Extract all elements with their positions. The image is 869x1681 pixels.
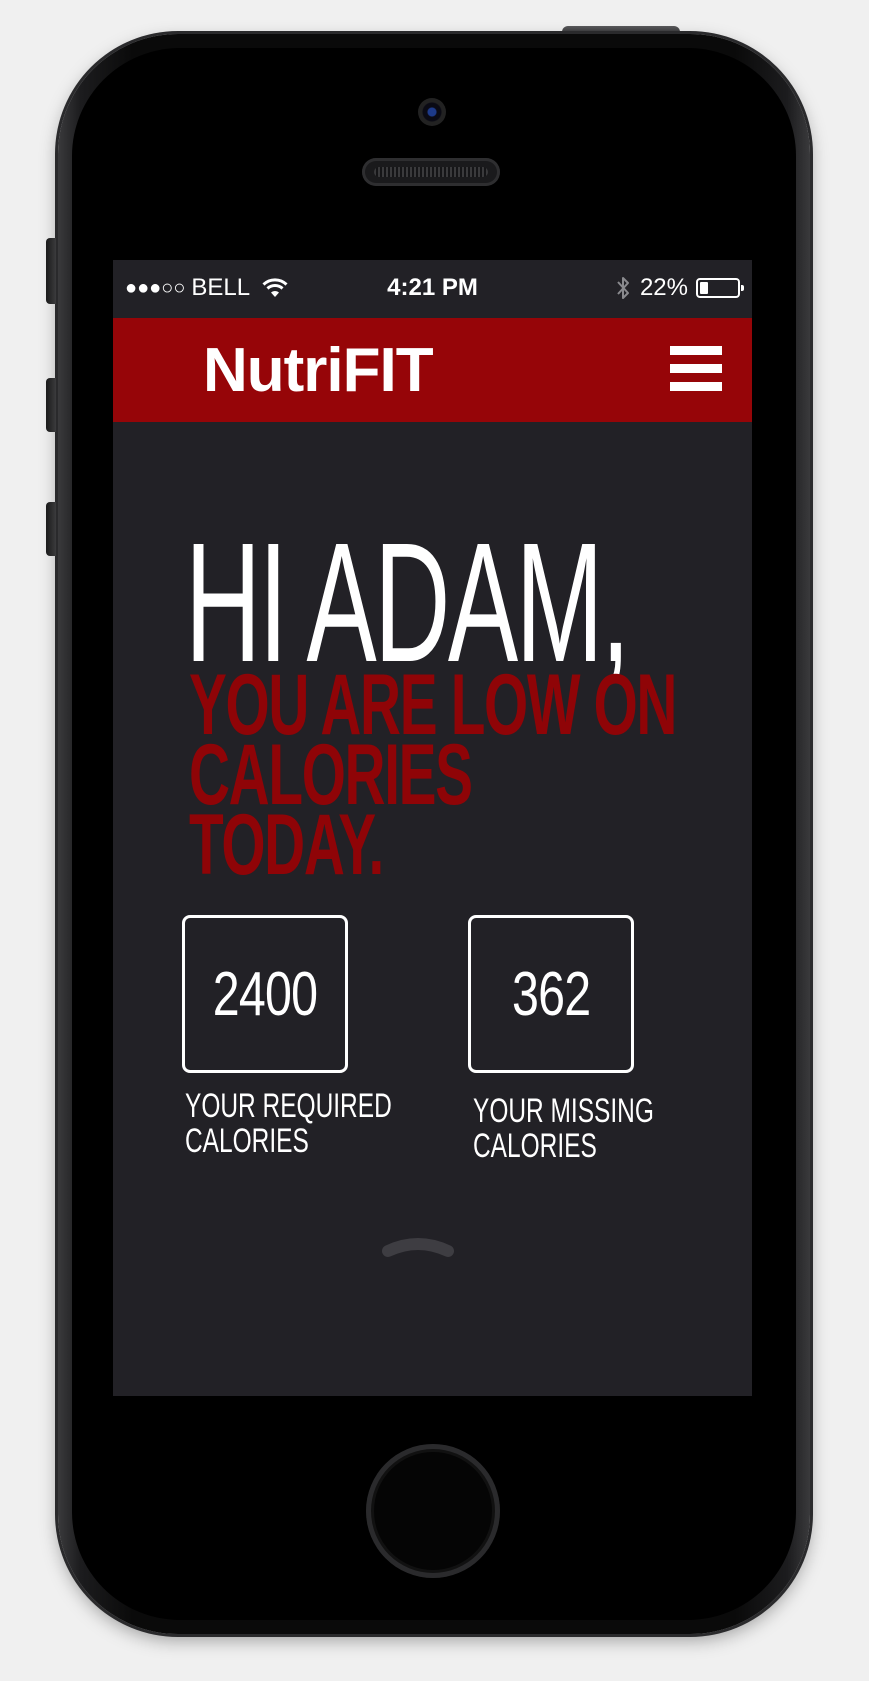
missing-calories-box[interactable]: 362 [468, 915, 634, 1073]
status-right: 22% [614, 274, 744, 302]
label-line: CALORIES [473, 1127, 597, 1165]
bluetooth-icon [617, 277, 629, 299]
missing-calories-label: YOUR MISSING CALORIES [473, 1094, 654, 1164]
battery-percentage: 22% [639, 274, 688, 301]
phone-screen: ●●●○○ BELL 4:21 PM 22% NutriFIT HI ADAM,… [105, 256, 760, 1404]
missing-calories-value: 362 [511, 959, 591, 1029]
label-line: YOUR REQUIRED [185, 1087, 392, 1125]
app-screen: ●●●○○ BELL 4:21 PM 22% NutriFIT HI ADAM,… [113, 260, 752, 1396]
battery-icon [696, 278, 744, 298]
app-header: NutriFIT [113, 318, 752, 422]
label-line: YOUR MISSING [473, 1092, 654, 1130]
front-camera [418, 98, 446, 126]
app-title: NutriFIT [203, 336, 434, 405]
hamburger-menu-icon-bar [670, 382, 722, 391]
greeting-heading: HI ADAM, [185, 508, 630, 698]
chevron-up-icon[interactable] [381, 1235, 455, 1259]
hamburger-menu-icon-bar [670, 346, 722, 355]
volume-down-button [46, 502, 56, 556]
hamburger-menu-icon-bar [670, 364, 722, 373]
required-calories-value: 2400 [212, 959, 318, 1029]
volume-up-button [46, 378, 56, 432]
battery-level [700, 282, 708, 294]
mute-switch [46, 238, 56, 304]
label-line: CALORIES [185, 1122, 309, 1160]
earpiece-speaker [362, 158, 500, 186]
device-stage: ●●●○○ BELL 4:21 PM 22% NutriFIT HI ADAM,… [0, 0, 869, 1681]
status-bar: ●●●○○ BELL 4:21 PM 22% [113, 260, 752, 316]
calorie-alert: YOU ARE LOW ON CALORIES TODAY. [189, 662, 752, 888]
menu-button[interactable] [670, 344, 722, 394]
required-calories-label: YOUR REQUIRED CALORIES [185, 1089, 392, 1159]
home-button [366, 1444, 500, 1578]
required-calories-box[interactable]: 2400 [182, 915, 348, 1073]
